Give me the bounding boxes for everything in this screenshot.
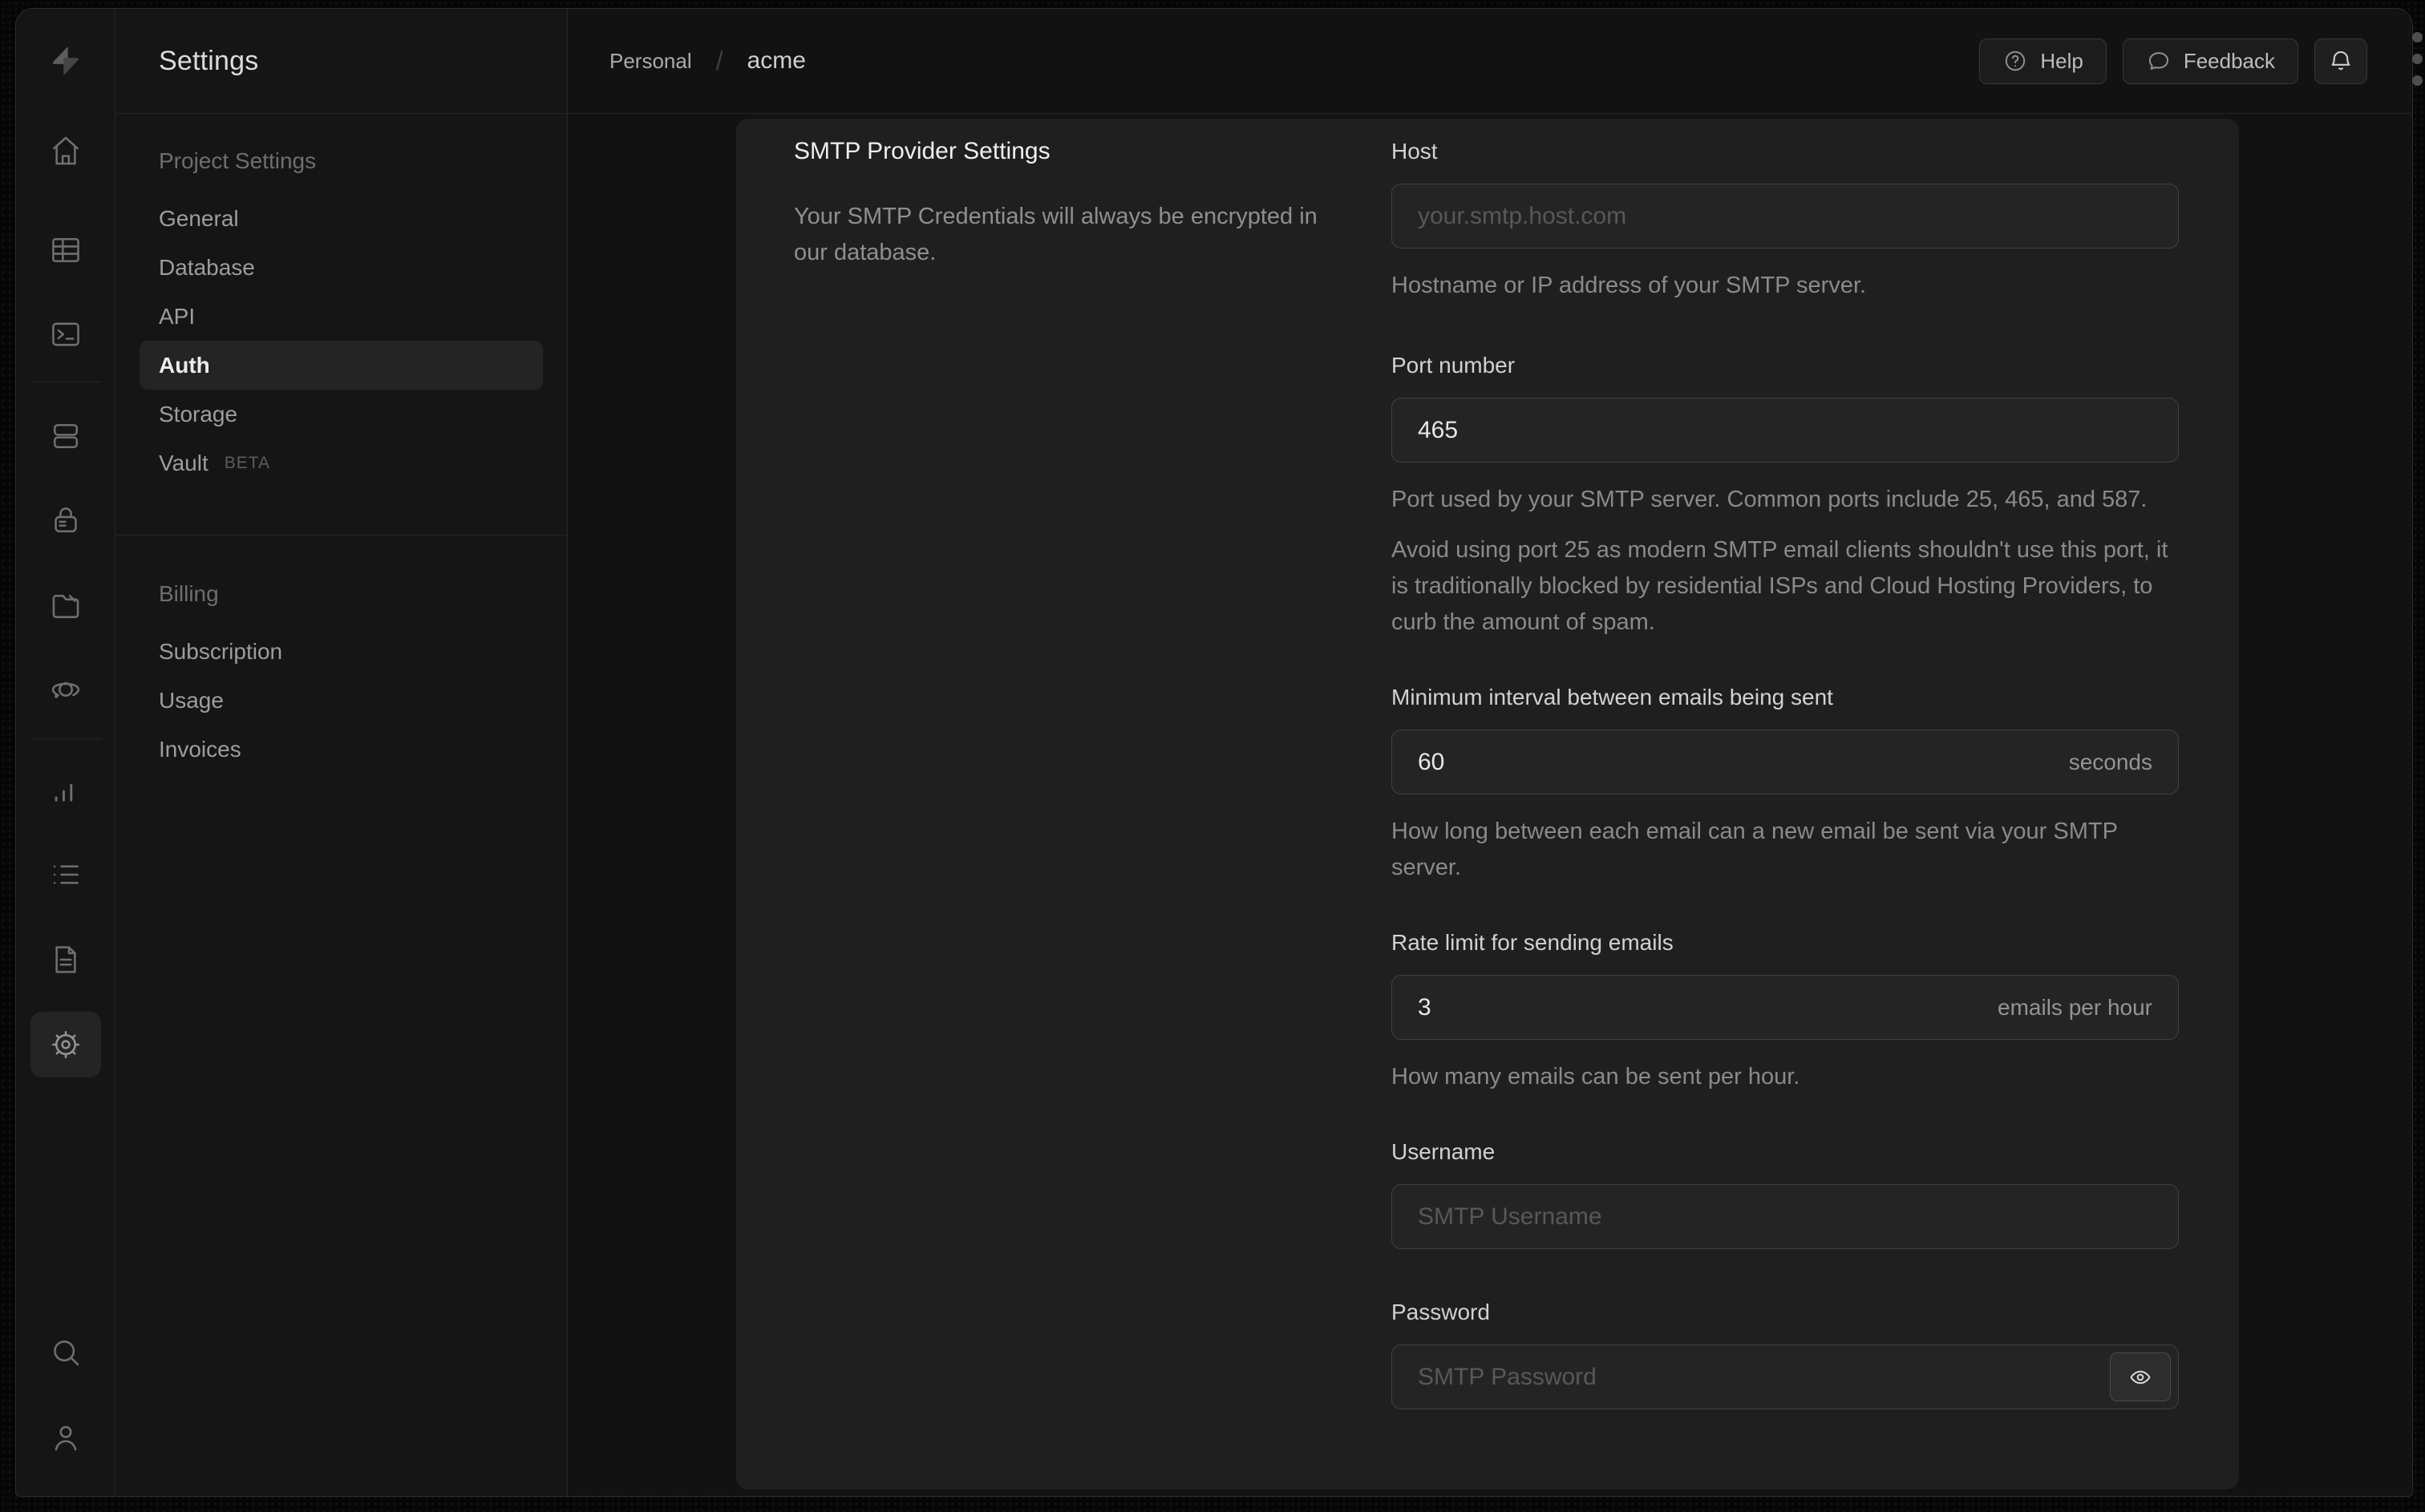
search-icon[interactable] <box>47 1333 85 1372</box>
header-actions: Help Feedback <box>1979 38 2367 84</box>
logs-icon[interactable] <box>47 855 85 894</box>
page-title: Settings <box>159 45 259 76</box>
feedback-bubble-icon <box>2146 48 2172 74</box>
rate-limit-label: Rate limit for sending emails <box>1391 930 1674 955</box>
username-input[interactable] <box>1418 1185 2152 1248</box>
smtp-settings-panel: SMTP Provider Settings Your SMTP Credent… <box>736 119 2239 1490</box>
username-label: Username <box>1391 1139 1496 1164</box>
database-icon[interactable] <box>47 417 85 455</box>
settings-nav: Project Settings General Database API Au… <box>115 114 567 774</box>
table-editor-icon[interactable] <box>47 231 85 269</box>
rate-limit-field-group: Rate limit for sending emails emails per… <box>1391 926 2179 1095</box>
host-field-group: Host Hostname or IP address of your SMTP… <box>1391 135 2179 304</box>
password-input-shell <box>1391 1344 2179 1409</box>
window-edge-scroll-dots[interactable] <box>2412 32 2423 86</box>
panel-title: SMTP Provider Settings <box>794 138 1051 164</box>
account-icon[interactable] <box>47 1418 85 1457</box>
sidebar-item-subscription[interactable]: Subscription <box>115 627 567 676</box>
port-label: Port number <box>1391 353 1516 378</box>
rail-divider <box>30 738 101 739</box>
username-input-shell <box>1391 1184 2179 1249</box>
breadcrumb-separator: / <box>715 46 723 75</box>
nav-section-project-settings: Project Settings <box>159 148 317 173</box>
settings-sidebar: Settings Project Settings General Databa… <box>115 9 568 1496</box>
password-label: Password <box>1391 1300 1490 1324</box>
breadcrumb: Personal / acme <box>609 46 806 76</box>
breadcrumb-project[interactable]: acme <box>747 47 806 75</box>
breadcrumb-org[interactable]: Personal <box>609 49 692 74</box>
interval-field-group: Minimum interval between emails being se… <box>1391 681 2179 886</box>
sidebar-item-storage[interactable]: Storage <box>115 390 567 439</box>
sidebar-item-usage[interactable]: Usage <box>115 676 567 725</box>
port-field-group: Port number Port used by your SMTP serve… <box>1391 349 2179 641</box>
supabase-logo-icon[interactable] <box>47 42 85 80</box>
main-area: Personal / acme Help Feedback SMTP Provi… <box>568 9 2412 1496</box>
rate-limit-input-shell: emails per hour <box>1391 975 2179 1040</box>
smtp-form: Host Hostname or IP address of your SMTP… <box>1391 135 2179 1490</box>
panel-intro: SMTP Provider Settings Your SMTP Credent… <box>794 135 1391 1490</box>
port-input-shell <box>1391 398 2179 463</box>
bell-icon <box>2327 47 2354 75</box>
port-note: Avoid using port 25 as modern SMTP email… <box>1391 537 2168 635</box>
sidebar-item-database[interactable]: Database <box>115 243 567 292</box>
password-input[interactable] <box>1418 1345 2152 1409</box>
sidebar-item-invoices[interactable]: Invoices <box>115 725 567 774</box>
settings-icon[interactable] <box>30 1012 101 1077</box>
password-field-group: Password <box>1391 1296 2179 1409</box>
sidebar-item-vault[interactable]: Vault BETA <box>115 439 567 487</box>
beta-badge: BETA <box>224 454 271 472</box>
nav-divider <box>115 535 567 536</box>
edge-functions-icon[interactable] <box>47 670 85 709</box>
top-bar: Personal / acme Help Feedback <box>568 9 2412 114</box>
reveal-password-button[interactable] <box>2110 1352 2171 1401</box>
interval-help: How long between each email can a new em… <box>1391 819 2118 880</box>
help-button[interactable]: Help <box>1979 38 2107 84</box>
content-area: SMTP Provider Settings Your SMTP Credent… <box>568 114 2412 1496</box>
storage-icon[interactable] <box>47 586 85 625</box>
rate-limit-input[interactable] <box>1418 976 1982 1039</box>
port-input[interactable] <box>1418 398 2152 462</box>
api-docs-icon[interactable] <box>47 940 85 979</box>
sidebar-item-api[interactable]: API <box>115 292 567 341</box>
reports-icon[interactable] <box>47 771 85 810</box>
sidebar-header: Settings <box>115 9 567 114</box>
app-window: Settings Project Settings General Databa… <box>15 8 2413 1497</box>
rate-limit-help: How many emails can be sent per hour. <box>1391 1064 1800 1090</box>
eye-icon <box>2127 1364 2153 1390</box>
feedback-button[interactable]: Feedback <box>2122 38 2298 84</box>
username-field-group: Username <box>1391 1135 2179 1249</box>
notifications-button[interactable] <box>2314 38 2367 84</box>
sidebar-item-general[interactable]: General <box>115 194 567 243</box>
host-input[interactable] <box>1418 184 2152 248</box>
help-circle-icon <box>2002 48 2028 74</box>
host-label: Host <box>1391 139 1438 164</box>
port-help: Port used by your SMTP server. Common po… <box>1391 487 2148 512</box>
interval-input[interactable] <box>1418 730 2053 794</box>
sql-editor-icon[interactable] <box>47 315 85 354</box>
home-icon[interactable] <box>47 131 85 170</box>
interval-label: Minimum interval between emails being se… <box>1391 685 1833 710</box>
interval-input-shell: seconds <box>1391 730 2179 794</box>
interval-unit: seconds <box>2068 749 2152 774</box>
panel-description: Your SMTP Credentials will always be enc… <box>794 204 1318 265</box>
icon-rail <box>16 9 115 1496</box>
auth-icon[interactable] <box>47 501 85 540</box>
rate-limit-unit: emails per hour <box>1998 994 2152 1020</box>
nav-section-billing: Billing <box>159 581 219 606</box>
host-help: Hostname or IP address of your SMTP serv… <box>1391 273 1867 298</box>
host-input-shell <box>1391 184 2179 249</box>
sidebar-item-auth[interactable]: Auth <box>140 341 543 390</box>
